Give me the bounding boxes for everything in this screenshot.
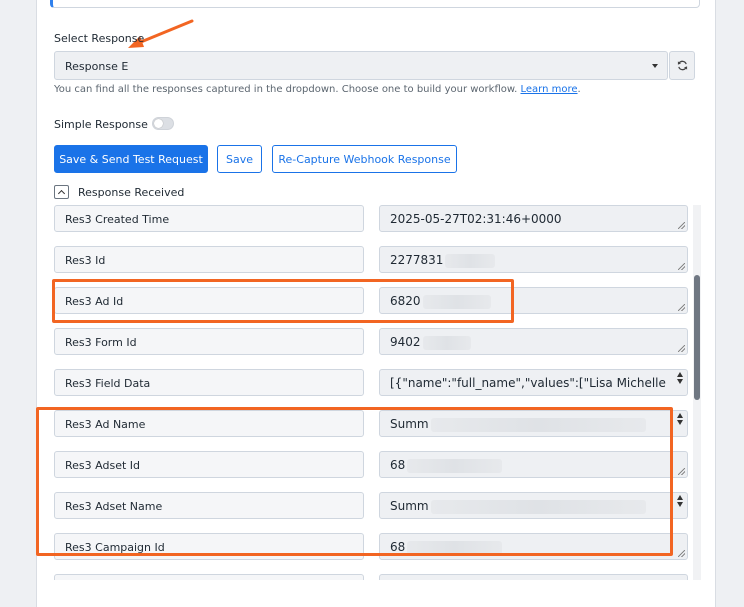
resize-grip-icon[interactable] xyxy=(678,263,685,270)
top-input-field[interactable] xyxy=(50,0,700,8)
field-value[interactable]: 2025-05-27T02:31:46+0000 xyxy=(379,205,688,232)
highlight-ad-id xyxy=(52,279,514,323)
refresh-button[interactable] xyxy=(669,51,695,80)
field-row: Res3 Created Time 2025-05-27T02:31:46+00… xyxy=(40,205,700,246)
field-name: Res3 Field Data xyxy=(54,369,364,396)
scroll-spinner-icon[interactable] xyxy=(675,372,685,386)
simple-response-toggle[interactable] xyxy=(152,117,174,130)
field-value-text: 9402 xyxy=(390,335,421,349)
toggle-knob xyxy=(154,119,163,128)
recapture-webhook-button[interactable]: Re-Capture Webhook Response xyxy=(272,145,457,173)
refresh-icon xyxy=(677,60,687,71)
collapse-toggle-icon[interactable] xyxy=(54,185,69,199)
redacted-text xyxy=(422,335,471,350)
resize-grip-icon[interactable] xyxy=(678,345,685,352)
save-send-test-button[interactable]: Save & Send Test Request xyxy=(54,145,208,173)
save-button[interactable]: Save xyxy=(217,145,262,173)
learn-more-link[interactable]: Learn more xyxy=(521,84,578,95)
field-row xyxy=(40,574,700,580)
field-row: Res3 Form Id 9402 xyxy=(40,328,700,369)
resize-grip-icon[interactable] xyxy=(678,304,685,311)
field-value-text: [{"name":"full_name","values":["Lisa Mic… xyxy=(390,376,666,390)
response-received-label: Response Received xyxy=(78,186,185,199)
resize-grip-icon[interactable] xyxy=(678,468,685,475)
field-row: Res3 Field Data [{"name":"full_name","va… xyxy=(40,369,700,410)
field-name xyxy=(54,574,364,580)
resize-grip-icon[interactable] xyxy=(678,550,685,557)
field-value[interactable]: 9402 xyxy=(379,328,688,355)
fields-scrollbar[interactable] xyxy=(693,205,701,580)
scroll-spinner-icon[interactable] xyxy=(675,495,685,509)
select-response-label: Select Response xyxy=(54,32,145,45)
scrollbar-thumb[interactable] xyxy=(694,275,700,400)
field-name: Res3 Form Id xyxy=(54,328,364,355)
select-hint: You can find all the responses captured … xyxy=(54,84,581,95)
field-value[interactable] xyxy=(379,574,688,580)
response-select[interactable]: Response E xyxy=(54,51,668,80)
field-value-text: 2025-05-27T02:31:46+0000 xyxy=(390,212,562,226)
field-value-text: 2277831 xyxy=(390,253,444,267)
resize-grip-icon[interactable] xyxy=(678,222,685,229)
simple-response-label: Simple Response xyxy=(54,118,148,131)
response-select-value: Response E xyxy=(65,60,129,73)
highlight-ad-fields xyxy=(36,407,673,556)
select-hint-text: You can find all the responses captured … xyxy=(54,84,518,95)
scroll-spinner-icon[interactable] xyxy=(675,413,685,427)
field-value[interactable]: [{"name":"full_name","values":["Lisa Mic… xyxy=(379,369,688,396)
redacted-text xyxy=(445,253,496,268)
field-name: Res3 Created Time xyxy=(54,205,364,232)
field-name: Res3 Id xyxy=(54,246,364,273)
chevron-down-icon xyxy=(652,64,658,68)
field-value[interactable]: 2277831 xyxy=(379,246,688,273)
